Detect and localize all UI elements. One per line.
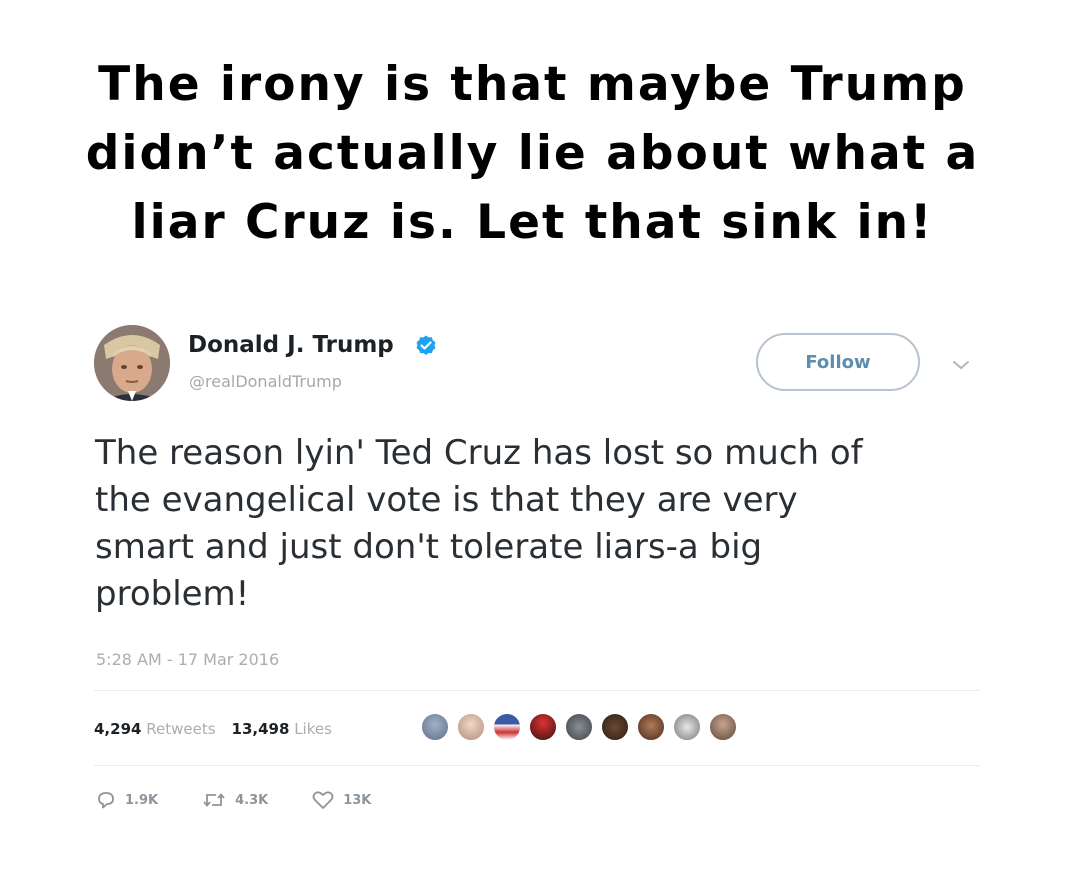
- tweet-actions: 1.9K 4.3K 13K: [96, 790, 415, 810]
- verified-badge-icon: [416, 335, 436, 355]
- likes-count[interactable]: 13,498: [232, 720, 290, 738]
- liker-avatar[interactable]: [456, 712, 486, 742]
- like-action-count: 13K: [343, 792, 372, 808]
- meme-caption: The irony is that maybe Trump didn’t act…: [40, 50, 1025, 257]
- user-handle[interactable]: @realDonaldTrump: [189, 372, 342, 391]
- heart-icon: [312, 791, 334, 809]
- divider: [94, 765, 980, 766]
- liker-avatar[interactable]: [528, 712, 558, 742]
- liker-avatar[interactable]: [564, 712, 594, 742]
- liker-avatar[interactable]: [636, 712, 666, 742]
- caption-line: didn’t actually lie about what a: [85, 126, 980, 181]
- retweet-action-count: 4.3K: [235, 792, 269, 808]
- liker-avatar[interactable]: [600, 712, 630, 742]
- tweet-text: The reason lyin' Ted Cruz has lost so mu…: [95, 430, 995, 618]
- tweet-text-line: the evangelical vote is that they are ve…: [95, 480, 798, 520]
- follow-button[interactable]: Follow: [756, 333, 920, 391]
- like-button[interactable]: 13K: [312, 790, 371, 810]
- chevron-down-icon[interactable]: [951, 358, 971, 372]
- liker-avatar[interactable]: [420, 712, 450, 742]
- reply-button[interactable]: 1.9K: [96, 790, 158, 810]
- liker-avatar[interactable]: [492, 712, 522, 742]
- retweet-icon: [203, 793, 225, 807]
- retweet-button[interactable]: 4.3K: [202, 790, 268, 810]
- divider: [94, 690, 980, 691]
- liker-avatar[interactable]: [672, 712, 702, 742]
- reply-count: 1.9K: [125, 792, 159, 808]
- avatar[interactable]: [94, 325, 170, 401]
- display-name[interactable]: Donald J. Trump: [188, 332, 394, 358]
- retweets-label[interactable]: Retweets: [146, 720, 215, 738]
- tweet-text-line: problem!: [95, 574, 250, 614]
- liker-avatars: [420, 712, 738, 742]
- engagement-stats: 4,294 Retweets 13,498 Likes: [94, 720, 332, 738]
- likes-label[interactable]: Likes: [294, 720, 332, 738]
- caption-line: liar Cruz is. Let that sink in!: [131, 195, 934, 250]
- liker-avatar[interactable]: [708, 712, 738, 742]
- caption-line: The irony is that maybe Trump: [98, 57, 967, 112]
- tweet-text-line: The reason lyin' Ted Cruz has lost so mu…: [95, 433, 863, 473]
- tweet-text-line: smart and just don't tolerate liars-a bi…: [95, 527, 763, 567]
- timestamp[interactable]: 5:28 AM - 17 Mar 2016: [96, 650, 279, 669]
- retweets-count[interactable]: 4,294: [94, 720, 141, 738]
- reply-icon: [98, 792, 114, 809]
